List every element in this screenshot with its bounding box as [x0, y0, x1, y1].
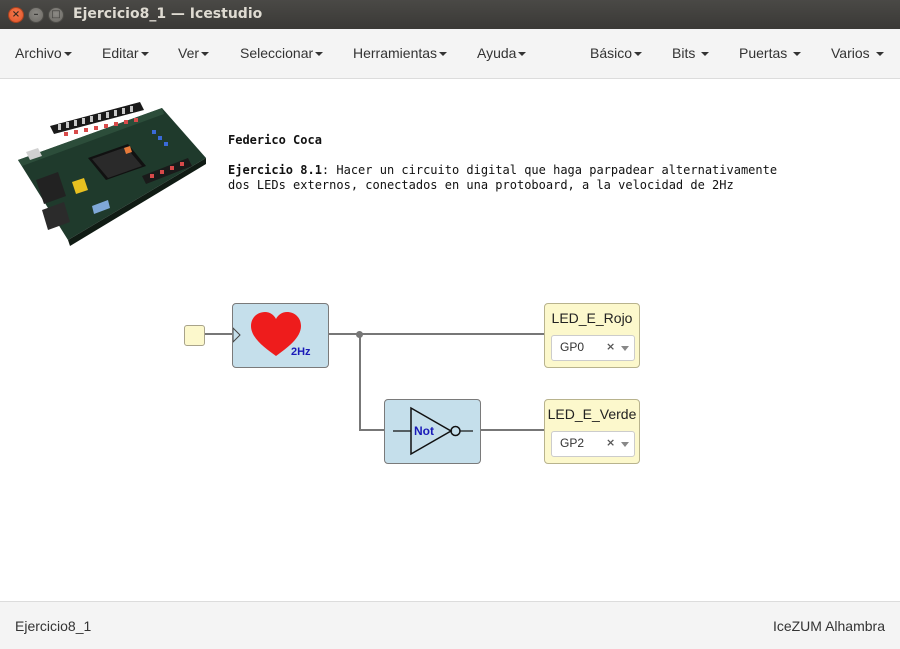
caret-down-icon: [140, 52, 149, 56]
status-project-name: Ejercicio8_1: [15, 618, 92, 634]
menu-editar[interactable]: Editar: [102, 45, 149, 61]
window-maximize-button[interactable]: □: [48, 7, 64, 23]
dropdown-arrow-icon[interactable]: [621, 442, 629, 447]
heart-2hz-block[interactable]: 2Hz: [232, 303, 329, 368]
menu-herramientas[interactable]: Herramientas: [353, 45, 448, 61]
led-green-pin-select[interactable]: GP2 ×: [551, 431, 635, 457]
menubar: Archivo Editar Ver Seleccionar Herramien…: [0, 29, 900, 79]
exercise-label: Ejercicio 8.1: [228, 163, 322, 177]
led-output-green[interactable]: LED_E_Verde GP2 ×: [544, 399, 640, 464]
window-title: Ejercicio8_1 — Icestudio: [73, 6, 263, 22]
caret-down-icon: [439, 52, 448, 56]
wire-junction: [356, 331, 363, 338]
comment-block[interactable]: Federico Coca Ejercicio 8.1: Hacer un ci…: [228, 133, 777, 193]
led-red-pin-value: GP0: [560, 340, 585, 354]
led-red-pin-select[interactable]: GP0 ×: [551, 335, 635, 361]
wire-branch-down: [359, 334, 361, 431]
led-green-pin-value: GP2: [560, 436, 585, 450]
comment-author: Federico Coca: [228, 133, 322, 147]
statusbar: Ejercicio8_1 IceZUM Alhambra: [0, 601, 900, 649]
comment-line2: dos LEDs externos, conectados en una pro…: [228, 178, 734, 192]
wire-not-to-led-green: [480, 429, 544, 431]
clear-icon[interactable]: ×: [606, 436, 615, 449]
menu-bits[interactable]: Bits: [672, 45, 710, 61]
clear-icon[interactable]: ×: [606, 340, 615, 353]
window-close-button[interactable]: ×: [8, 7, 24, 23]
comment-line1: Ejercicio 8.1: Hacer un circuito digital…: [228, 163, 777, 178]
menu-archivo[interactable]: Archivo: [15, 45, 72, 61]
window-minimize-button[interactable]: –: [28, 7, 44, 23]
menu-seleccionar[interactable]: Seleccionar: [240, 45, 324, 61]
caret-down-icon: [201, 52, 210, 56]
caret-down-icon: [518, 52, 527, 56]
led-output-red[interactable]: LED_E_Rojo GP0 ×: [544, 303, 640, 368]
menu-ver[interactable]: Ver: [178, 45, 210, 61]
fpga-board-image[interactable]: [12, 100, 208, 246]
window-titlebar: × – □ Ejercicio8_1 — Icestudio: [0, 0, 900, 30]
menu-basico[interactable]: Básico: [590, 45, 643, 61]
not-gate-block[interactable]: Not: [384, 399, 481, 464]
caret-down-icon: [634, 52, 643, 56]
maximize-icon: □: [51, 9, 61, 20]
heart-block-label: 2Hz: [291, 346, 311, 358]
menu-ayuda[interactable]: Ayuda: [477, 45, 527, 61]
not-gate-label: Not: [414, 424, 434, 438]
caret-down-icon: [63, 52, 72, 56]
input-port[interactable]: [184, 325, 205, 346]
menu-puertas[interactable]: Puertas: [739, 45, 802, 61]
caret-down-icon: [315, 52, 324, 56]
dropdown-arrow-icon[interactable]: [621, 346, 629, 351]
menu-varios[interactable]: Varios: [831, 45, 884, 61]
wire-branch-to-not: [359, 429, 385, 431]
close-icon: ×: [11, 9, 21, 20]
status-board-name[interactable]: IceZUM Alhambra: [773, 618, 885, 634]
exercise-text: : Hacer un circuito digital que haga par…: [321, 163, 778, 177]
minimize-icon: –: [33, 9, 39, 20]
led-green-name: LED_E_Verde: [547, 406, 637, 422]
wire-input-to-heart: [204, 333, 232, 335]
caret-down-icon: [793, 52, 802, 56]
caret-down-icon: [875, 52, 884, 56]
caret-down-icon: [701, 52, 710, 56]
led-red-name: LED_E_Rojo: [551, 310, 633, 326]
